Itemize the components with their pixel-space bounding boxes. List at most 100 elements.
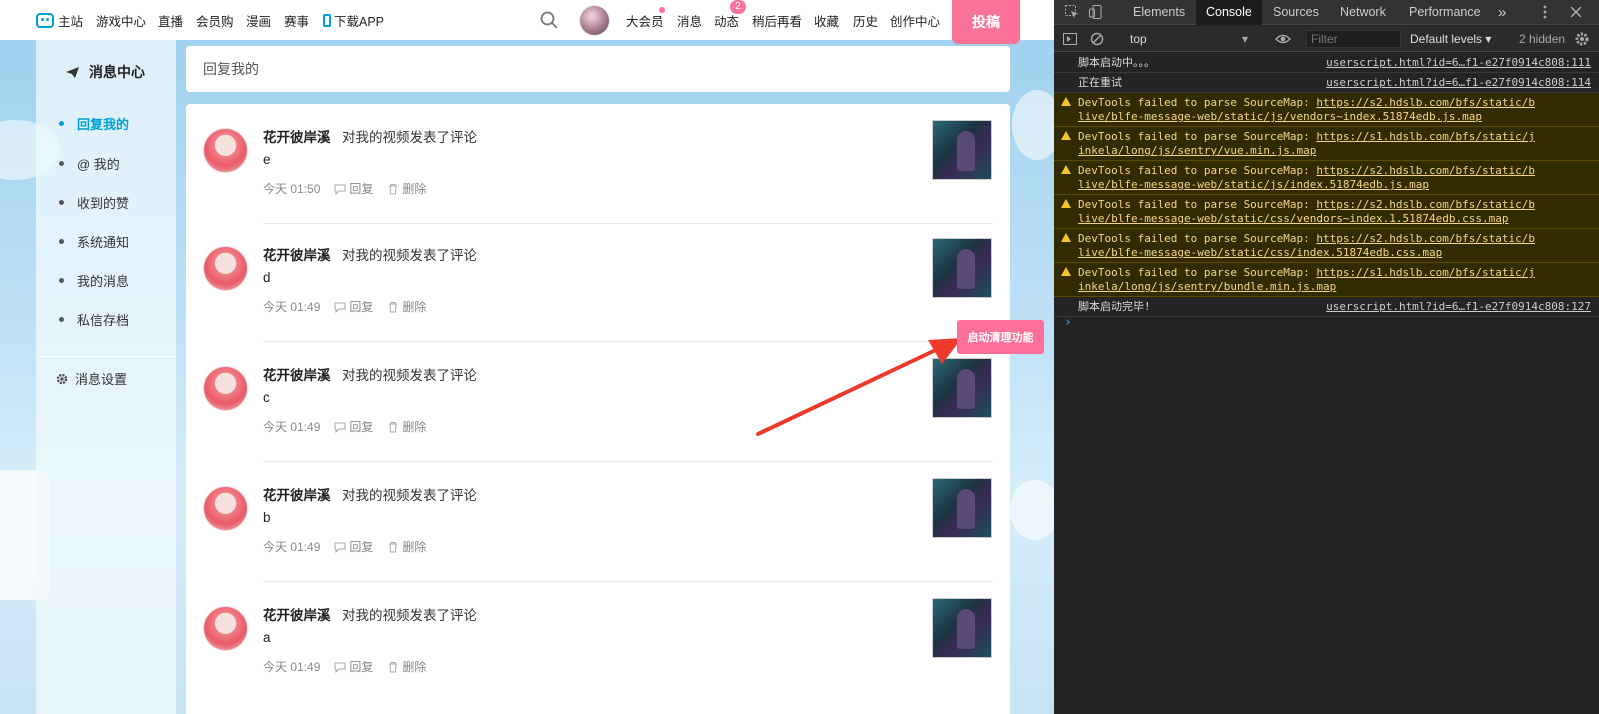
more-tabs-button[interactable]: » — [1488, 0, 1516, 25]
sidebar-item-dm-archive[interactable]: 私信存档 — [36, 304, 176, 334]
sourcemap-link[interactable]: https://s2.hdslb.com/bfs/static/b — [1316, 96, 1535, 109]
tab-network[interactable]: Network — [1330, 0, 1396, 25]
nav-home-link[interactable]: 主站 — [36, 0, 83, 40]
gear-icon[interactable] — [1574, 31, 1590, 47]
log-levels-dropdown[interactable]: Default levels ▾ — [1410, 30, 1491, 48]
source-link[interactable]: userscript.html?id=6…f1-e27f0914c808:127 — [1326, 300, 1591, 314]
video-thumbnail[interactable] — [932, 478, 992, 538]
source-link[interactable]: userscript.html?id=6…f1-e27f0914c808:114 — [1326, 76, 1591, 90]
devtools-tab-bar: Elements Console Sources Network Perform… — [1054, 0, 1599, 25]
reply-meta: 今天 01:49 回复 删除 — [263, 538, 426, 555]
sidebar-item-label: 收到的赞 — [77, 195, 130, 211]
delete-button[interactable]: 删除 — [387, 418, 426, 435]
tab-elements[interactable]: Elements — [1123, 0, 1195, 25]
inspect-element-icon[interactable] — [1064, 4, 1080, 20]
nav-vip[interactable]: 大会员 — [626, 0, 664, 40]
avatar[interactable] — [203, 128, 248, 173]
nav-live[interactable]: 直播 — [158, 0, 183, 40]
console-filter-input[interactable] — [1306, 30, 1401, 48]
avatar[interactable] — [203, 486, 248, 531]
start-cleanup-button[interactable]: 启动清理功能 — [957, 320, 1044, 354]
username-link[interactable]: 花开彼岸溪 — [263, 244, 331, 264]
video-thumbnail[interactable] — [932, 238, 992, 298]
reply-button[interactable]: 回复 — [334, 180, 373, 197]
warning-text: DevTools failed to parse SourceMap: — [1078, 232, 1317, 245]
sidebar-item-reply-me[interactable]: 回复我的 — [36, 108, 176, 138]
sourcemap-link-cont[interactable]: live/blfe-message-web/static/js/index.51… — [1078, 178, 1429, 191]
device-toolbar-icon[interactable] — [1088, 4, 1104, 20]
nav-favorites[interactable]: 收藏 — [814, 0, 839, 40]
nav-history[interactable]: 历史 — [853, 0, 878, 40]
nav-app-label: 下载APP — [334, 14, 385, 29]
reply-button[interactable]: 回复 — [334, 298, 373, 315]
nav-message[interactable]: 消息 — [677, 0, 702, 40]
reply-button[interactable]: 回复 — [334, 658, 373, 675]
delete-label: 删除 — [402, 540, 427, 554]
user-avatar[interactable] — [579, 5, 610, 36]
trash-icon — [389, 183, 398, 194]
sourcemap-link[interactable]: https://s2.hdslb.com/bfs/static/b — [1316, 164, 1535, 177]
sourcemap-link-cont[interactable]: inkela/long/js/sentry/vue.min.js.map — [1078, 144, 1316, 157]
eye-icon[interactable] — [1275, 31, 1291, 47]
sourcemap-link[interactable]: https://s2.hdslb.com/bfs/static/b — [1316, 198, 1535, 211]
sidebar-item-at-me[interactable]: @ 我的 — [36, 148, 176, 178]
clear-console-icon[interactable] — [1089, 31, 1105, 47]
sourcemap-link[interactable]: https://s2.hdslb.com/bfs/static/b — [1316, 232, 1535, 245]
sidebar-item-my-messages[interactable]: 我的消息 — [36, 265, 176, 295]
context-select[interactable]: top ▾ — [1124, 30, 1254, 48]
sourcemap-link-cont[interactable]: live/blfe-message-web/static/css/index.5… — [1078, 246, 1442, 259]
avatar[interactable] — [203, 366, 248, 411]
console-prompt[interactable]: › — [1064, 315, 1072, 330]
delete-button[interactable]: 删除 — [387, 180, 426, 197]
sidebar-item-system-notice[interactable]: 系统通知 — [36, 226, 176, 256]
avatar[interactable] — [203, 606, 248, 651]
tab-console[interactable]: Console — [1196, 0, 1262, 25]
reply-time: 今天 01:49 — [263, 420, 321, 434]
source-link[interactable]: userscript.html?id=6…f1-e27f0914c808:111 — [1326, 56, 1591, 70]
reply-label: 回复 — [349, 300, 374, 314]
nav-mall[interactable]: 会员购 — [196, 0, 234, 40]
nav-manga[interactable]: 漫画 — [246, 0, 271, 40]
username-link[interactable]: 花开彼岸溪 — [263, 604, 331, 624]
tab-sources[interactable]: Sources — [1263, 0, 1329, 25]
close-icon[interactable] — [1568, 4, 1584, 20]
upload-button[interactable]: 投稿 — [952, 0, 1020, 44]
username-link[interactable]: 花开彼岸溪 — [263, 484, 331, 504]
sourcemap-link[interactable]: https://s1.hdslb.com/bfs/static/j — [1316, 130, 1535, 143]
tab-performance[interactable]: Performance — [1399, 0, 1491, 25]
sourcemap-link-cont[interactable]: inkela/long/js/sentry/bundle.min.js.map — [1078, 280, 1336, 293]
nav-creator-center[interactable]: 创作中心 — [890, 0, 940, 40]
sidebar-item-message-settings[interactable]: 消息设置 — [56, 369, 127, 388]
delete-button[interactable]: 删除 — [387, 658, 426, 675]
more-options-icon[interactable] — [1537, 4, 1553, 20]
reply-meta: 今天 01:49 回复 删除 — [263, 418, 426, 435]
sidebar-divider — [36, 356, 176, 357]
nav-match[interactable]: 赛事 — [284, 0, 309, 40]
reply-action-text: 对我的视频发表了评论 — [342, 248, 477, 263]
nav-mall-label: 会员购 — [196, 14, 234, 29]
avatar[interactable] — [203, 246, 248, 291]
search-icon[interactable] — [540, 11, 558, 29]
sourcemap-link[interactable]: https://s1.hdslb.com/bfs/static/j — [1316, 266, 1535, 279]
sidebar-toggle-icon[interactable] — [1062, 31, 1078, 47]
reply-button[interactable]: 回复 — [334, 418, 373, 435]
delete-button[interactable]: 删除 — [387, 298, 426, 315]
reply-meta: 今天 01:50 回复 删除 — [263, 180, 426, 197]
video-thumbnail[interactable] — [932, 598, 992, 658]
reply-action-text: 对我的视频发表了评论 — [342, 130, 477, 145]
delete-button[interactable]: 删除 — [387, 538, 426, 555]
sourcemap-link-cont[interactable]: live/blfe-message-web/static/css/vendors… — [1078, 212, 1508, 225]
nav-game-center[interactable]: 游戏中心 — [96, 0, 146, 40]
username-link[interactable]: 花开彼岸溪 — [263, 126, 331, 146]
delete-label: 删除 — [402, 300, 427, 314]
sourcemap-link-cont[interactable]: live/blfe-message-web/static/js/vendors~… — [1078, 110, 1482, 123]
username-link[interactable]: 花开彼岸溪 — [263, 364, 331, 384]
reply-button[interactable]: 回复 — [334, 538, 373, 555]
reply-time: 今天 01:49 — [263, 660, 321, 674]
video-thumbnail[interactable] — [932, 358, 992, 418]
comment-icon — [334, 184, 346, 195]
nav-download-app[interactable]: 下载APP — [323, 0, 384, 40]
nav-watch-later[interactable]: 稍后再看 — [752, 0, 802, 40]
video-thumbnail[interactable] — [932, 120, 992, 180]
sidebar-item-likes[interactable]: 收到的赞 — [36, 187, 176, 217]
